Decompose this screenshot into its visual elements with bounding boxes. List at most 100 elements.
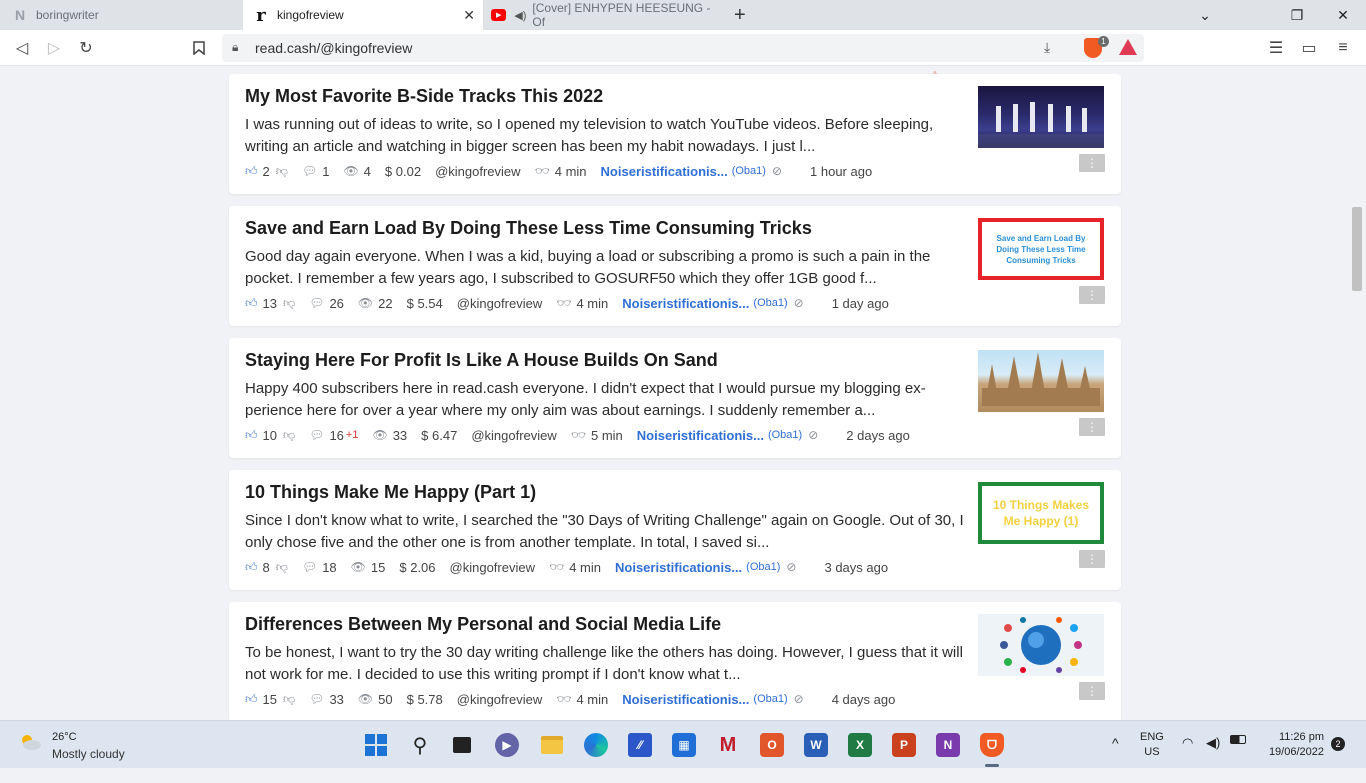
comment-icon[interactable]: 💬︎ bbox=[309, 692, 324, 706]
thumbs-up-icon[interactable]: 👍︎ bbox=[245, 296, 258, 311]
mcafee-icon[interactable]: M bbox=[716, 733, 740, 757]
thumbs-up-icon[interactable]: 👍︎ bbox=[245, 428, 258, 443]
wifi-icon[interactable]: ◠ bbox=[1182, 735, 1193, 783]
reload-button[interactable]: ↻ bbox=[76, 38, 96, 58]
thumbs-down-icon[interactable]: 👎︎ bbox=[283, 296, 295, 311]
earned-amount: $ 6.47 bbox=[421, 427, 458, 443]
thumbnail-text: Save and Earn Load By Doing These Less T… bbox=[996, 233, 1086, 265]
speaker-icon[interactable]: ◀) bbox=[514, 9, 526, 22]
article-thumbnail[interactable]: Save and Earn Load By Doing These Less T… bbox=[978, 218, 1104, 280]
article-card[interactable]: Save and Earn Load By Doing These Less T… bbox=[229, 206, 1121, 326]
back-button[interactable]: ◁ bbox=[12, 38, 32, 58]
article-title[interactable]: My Most Favorite B-Side Tracks This 2022 bbox=[245, 86, 603, 107]
article-card[interactable]: Differences Between My Personal and Soci… bbox=[229, 602, 1121, 720]
teams-chat-icon[interactable]: ▶ bbox=[495, 733, 519, 757]
community-tag[interactable]: (Oba1) bbox=[753, 693, 787, 705]
community-link[interactable]: Noiseristificationis... bbox=[637, 428, 764, 443]
show-hidden-icons-chevron-icon[interactable]: ^ bbox=[1112, 735, 1119, 783]
author-link[interactable]: @kingofreview bbox=[457, 296, 542, 311]
author-link[interactable]: @kingofreview bbox=[457, 692, 542, 707]
notification-count-badge[interactable]: 2 bbox=[1331, 737, 1345, 751]
author-link[interactable]: @kingofreview bbox=[471, 428, 556, 443]
forward-button[interactable]: ▷ bbox=[44, 38, 64, 58]
community-link[interactable]: Noiseristificationis... bbox=[622, 296, 749, 311]
lock-icon[interactable]: 🔒︎ bbox=[232, 40, 238, 55]
thumbs-down-icon[interactable]: 👎︎ bbox=[283, 692, 295, 707]
excel-icon[interactable]: X bbox=[848, 733, 872, 757]
more-options-button[interactable]: ⋮ bbox=[1079, 682, 1105, 700]
word-icon[interactable]: W bbox=[804, 733, 828, 757]
article-card[interactable]: My Most Favorite B-Side Tracks This 2022… bbox=[229, 74, 1121, 194]
more-options-button[interactable]: ⋮ bbox=[1079, 154, 1105, 172]
scrollbar-thumb[interactable] bbox=[1352, 207, 1362, 291]
wallet-icon[interactable]: ▭ bbox=[1299, 38, 1319, 58]
menu-icon[interactable]: ≡ bbox=[1333, 38, 1353, 58]
community-tag[interactable]: (Oba1) bbox=[753, 297, 787, 309]
file-explorer-icon[interactable] bbox=[540, 733, 564, 757]
thumbnail-text: 10 Things Makes Me Happy (1) bbox=[992, 498, 1090, 528]
article-card[interactable]: Staying Here For Profit Is Like A House … bbox=[229, 338, 1121, 458]
tab-title: [Cover] ENHYPEN HEESEUNG - Of bbox=[532, 1, 711, 29]
close-tab-icon[interactable]: ✕ bbox=[463, 7, 475, 24]
battery-icon[interactable] bbox=[1230, 735, 1246, 783]
clock[interactable]: 11:26 pm 19/06/2022 bbox=[1262, 731, 1324, 779]
office-icon[interactable]: O bbox=[760, 733, 784, 757]
article-title[interactable]: Save and Earn Load By Doing These Less T… bbox=[245, 218, 812, 239]
new-tab-button[interactable]: + bbox=[734, 4, 746, 27]
download-icon[interactable]: ⤓ bbox=[1044, 39, 1050, 56]
more-options-button[interactable]: ⋮ bbox=[1079, 286, 1105, 304]
thumbs-up-icon[interactable]: 👍︎ bbox=[245, 560, 258, 575]
thumbs-up-icon[interactable]: 👍︎ bbox=[245, 692, 258, 707]
brave-rewards-icon[interactable] bbox=[1119, 39, 1137, 55]
snip-tool-icon[interactable]: ⁄⁄ bbox=[628, 733, 652, 757]
thumbs-down-icon[interactable]: 👎︎ bbox=[283, 428, 295, 443]
community-link[interactable]: Noiseristificationis... bbox=[622, 692, 749, 707]
microsoft-store-icon[interactable]: ▦ bbox=[672, 733, 696, 757]
onenote-icon[interactable]: N bbox=[936, 733, 960, 757]
language-indicator[interactable]: ENG US bbox=[1140, 731, 1164, 779]
author-link[interactable]: @kingofreview bbox=[435, 164, 520, 179]
comment-icon[interactable]: 💬︎ bbox=[302, 560, 317, 574]
article-title[interactable]: Staying Here For Profit Is Like A House … bbox=[245, 350, 718, 371]
restore-button[interactable]: ❐ bbox=[1274, 0, 1320, 30]
address-bar[interactable]: 🔒︎ read.cash/@kingofreview ⤓ 1 bbox=[222, 34, 1144, 62]
tab-list-chevron-icon[interactable]: ⌄ bbox=[1182, 0, 1228, 30]
community-tag[interactable]: (Oba1) bbox=[768, 429, 802, 441]
tab-boringwriter[interactable]: N boringwriter bbox=[0, 0, 243, 30]
thumbs-down-icon[interactable]: 👎︎ bbox=[276, 560, 288, 575]
article-thumbnail[interactable] bbox=[978, 86, 1104, 148]
community-link[interactable]: Noiseristificationis... bbox=[601, 164, 728, 179]
bookmark-icon[interactable] bbox=[189, 38, 209, 58]
like-count: 8 bbox=[262, 559, 270, 575]
comment-icon[interactable]: 💬︎ bbox=[309, 428, 324, 442]
volume-icon[interactable]: ◀) bbox=[1206, 735, 1220, 783]
comment-icon[interactable]: 💬︎ bbox=[309, 296, 324, 310]
article-thumbnail[interactable]: 10 Things Makes Me Happy (1) bbox=[978, 482, 1104, 544]
search-icon[interactable]: ⚲ bbox=[408, 733, 432, 757]
article-thumbnail[interactable] bbox=[978, 350, 1104, 412]
tab-youtube[interactable]: ▶ ◀) [Cover] ENHYPEN HEESEUNG - Of bbox=[483, 0, 718, 30]
more-options-button[interactable]: ⋮ bbox=[1079, 418, 1105, 436]
article-card[interactable]: 10 Things Make Me Happy (Part 1) Since I… bbox=[229, 470, 1121, 590]
more-options-button[interactable]: ⋮ bbox=[1079, 550, 1105, 568]
task-view-icon[interactable] bbox=[450, 733, 474, 757]
close-window-button[interactable]: ✕ bbox=[1320, 0, 1366, 30]
article-title[interactable]: 10 Things Make Me Happy (Part 1) bbox=[245, 482, 536, 503]
community-tag[interactable]: (Oba1) bbox=[746, 561, 780, 573]
thumbs-up-icon[interactable]: 👍︎ bbox=[245, 164, 258, 179]
windows-start-icon[interactable] bbox=[364, 733, 388, 757]
brave-browser-icon[interactable]: ᗜ bbox=[980, 733, 1004, 757]
edge-browser-icon[interactable] bbox=[584, 733, 608, 757]
author-link[interactable]: @kingofreview bbox=[450, 560, 535, 575]
url-text[interactable]: read.cash/@kingofreview bbox=[255, 40, 412, 56]
tab-kingofreview[interactable]: r kingofreview ✕ bbox=[243, 0, 483, 30]
community-tag[interactable]: (Oba1) bbox=[732, 165, 766, 177]
article-thumbnail[interactable] bbox=[978, 614, 1104, 676]
media-queue-icon[interactable]: ☰ bbox=[1266, 38, 1286, 58]
article-title[interactable]: Differences Between My Personal and Soci… bbox=[245, 614, 721, 635]
thumbs-down-icon[interactable]: 👎︎ bbox=[276, 164, 288, 179]
powerpoint-icon[interactable]: P bbox=[892, 733, 916, 757]
comment-icon[interactable]: 💬︎ bbox=[302, 164, 317, 178]
community-link[interactable]: Noiseristificationis... bbox=[615, 560, 742, 575]
page-scrollbar[interactable] bbox=[1350, 67, 1366, 720]
